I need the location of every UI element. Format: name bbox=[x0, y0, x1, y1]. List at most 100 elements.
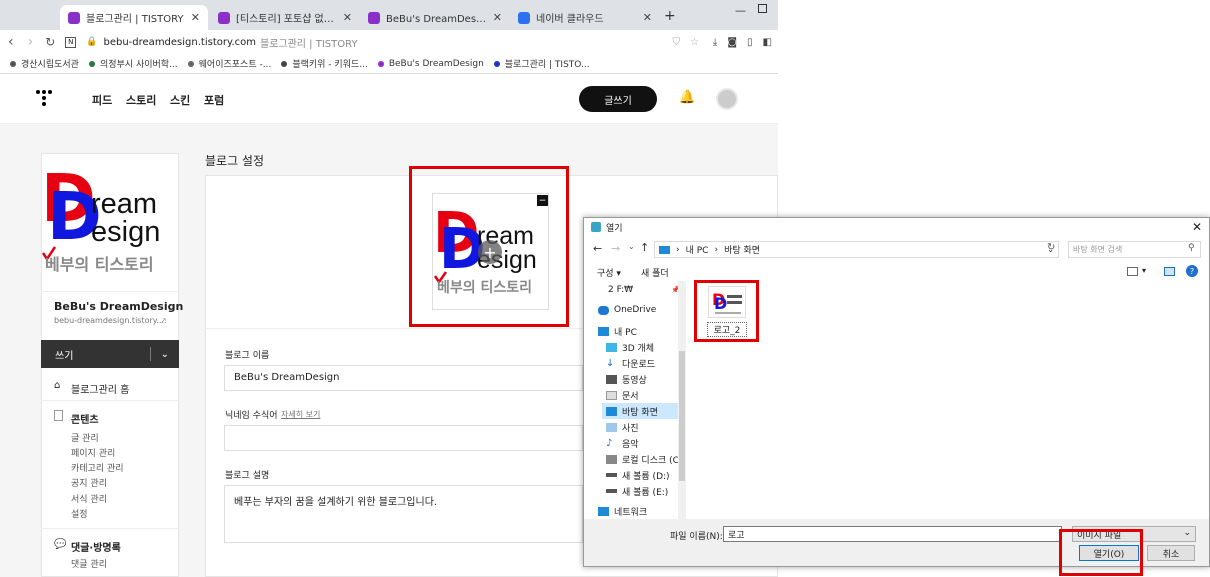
shield-icon[interactable]: ⛉ bbox=[672, 37, 680, 48]
blog-name-input[interactable]: BeBu's DreamDesign bbox=[224, 365, 583, 391]
nav-story[interactable]: 스토리 bbox=[126, 92, 156, 108]
tree-scrollbar[interactable] bbox=[678, 281, 686, 519]
forward-icon[interactable]: → bbox=[611, 242, 620, 255]
tree-item-desktop[interactable]: 바탕 화면 bbox=[602, 403, 680, 419]
blog-url[interactable]: bebu-dreamdesign.tistory.... bbox=[54, 316, 167, 325]
nav-skin[interactable]: 스킨 bbox=[170, 92, 190, 108]
star-icon[interactable]: ☆ bbox=[690, 37, 699, 48]
blog-description-textarea[interactable]: 베푸는 부자의 꿈을 설계하기 위한 블로그입니다. bbox=[224, 485, 583, 543]
tree-item-f-drive[interactable]: 2 F:₩ 📌 bbox=[608, 282, 680, 298]
back-icon[interactable]: ‹ bbox=[8, 34, 14, 50]
sidebar-item-posts[interactable]: 글 관리 bbox=[71, 431, 99, 444]
close-icon[interactable]: ✕ bbox=[1192, 220, 1202, 234]
bookmark-item[interactable]: 웨어이즈포스트 -... bbox=[187, 57, 271, 70]
naver-icon[interactable]: N bbox=[65, 36, 77, 48]
tistory-logo-icon[interactable] bbox=[36, 90, 52, 106]
sidebar-item-categories[interactable]: 카테고리 관리 bbox=[71, 461, 124, 474]
nav-feed[interactable]: 피드 bbox=[92, 92, 112, 108]
tree-item-onedrive[interactable]: OneDrive bbox=[598, 302, 656, 318]
minimize-icon[interactable]: — bbox=[735, 4, 746, 17]
organize-button[interactable]: 구성 ▾ bbox=[597, 266, 621, 279]
refresh-icon[interactable]: ↻ bbox=[45, 35, 55, 49]
filename-input[interactable]: 로고 bbox=[723, 526, 1062, 542]
new-folder-button[interactable]: 새 폴더 bbox=[641, 266, 669, 279]
nickname-input[interactable] bbox=[224, 425, 583, 451]
sidebar-item-home[interactable]: 블로그관리 홈 bbox=[71, 381, 129, 396]
scrollbar-thumb[interactable] bbox=[679, 351, 685, 481]
close-tab-icon[interactable]: ✕ bbox=[343, 11, 352, 24]
camera-icon[interactable]: ◙ bbox=[727, 37, 737, 48]
bookmark-item[interactable]: 블랙키위 - 키워드... bbox=[281, 57, 368, 70]
write-button[interactable]: 쓰기 ⌄ bbox=[41, 340, 179, 368]
tree-item-3d-objects[interactable]: 3D 개체 bbox=[606, 339, 654, 355]
tree-item-videos[interactable]: 동영상 bbox=[606, 371, 647, 387]
close-tab-icon[interactable]: ✕ bbox=[493, 11, 502, 24]
download-icon[interactable]: ⤓ bbox=[713, 37, 717, 48]
maximize-icon[interactable] bbox=[758, 4, 767, 13]
bookmark-item[interactable]: 블로그관리 | TISTO... bbox=[493, 57, 590, 70]
sidebar-item-settings[interactable]: 설정 bbox=[71, 507, 88, 520]
search-input[interactable]: 바탕 화면 검색 bbox=[1068, 241, 1201, 258]
drive-icon bbox=[606, 473, 617, 477]
tree-label: 네트워크 bbox=[614, 507, 648, 518]
bookmark-icon bbox=[281, 60, 288, 67]
new-tab-button[interactable]: + bbox=[664, 8, 676, 24]
bookmark-item[interactable]: 경산시립도서관 bbox=[10, 57, 79, 70]
sidebar-section-contents[interactable]: 콘텐츠 bbox=[71, 411, 99, 426]
tree-item-documents[interactable]: 문서 bbox=[606, 387, 639, 403]
sidebar-item-comment-manage[interactable]: 댓글 관리 bbox=[71, 557, 107, 570]
breadcrumb-item-pc[interactable]: 내 PC bbox=[686, 243, 709, 256]
tab-tistory-admin[interactable]: 블로그관리 | TISTORY ✕ bbox=[60, 5, 208, 30]
chevron-down-icon[interactable]: ▾ bbox=[1142, 266, 1146, 275]
tab-naver-cloud[interactable]: 네이버 클라우드 ✕ bbox=[510, 5, 660, 30]
tree-item-music[interactable]: ♪ 음악 bbox=[606, 435, 639, 451]
url-page-title[interactable]: 블로그관리 | TISTORY bbox=[260, 35, 358, 50]
external-link-icon[interactable]: ↗ bbox=[160, 316, 167, 325]
nickname-detail-link[interactable]: 자세히 보기 bbox=[281, 409, 320, 420]
sidebar-item-pages[interactable]: 페이지 관리 bbox=[71, 446, 115, 459]
tab-label: [티스토리] 포토샵 없이 아이콘 bbox=[236, 14, 337, 25]
chevron-down-icon[interactable]: ⌄ bbox=[628, 242, 635, 251]
tree-item-local-disk-c[interactable]: 로컬 디스크 (C:) bbox=[606, 451, 685, 467]
bell-icon[interactable]: 🔔 bbox=[679, 90, 695, 105]
breadcrumb[interactable]: › 내 PC › 바탕 화면 ⌄ bbox=[654, 241, 1059, 258]
tree-item-my-pc[interactable]: 내 PC bbox=[598, 323, 637, 339]
sidebar-section-comments[interactable]: 댓글·방명록 bbox=[71, 539, 121, 554]
bookmark-icon bbox=[493, 60, 500, 67]
search-icon[interactable]: ⚲ bbox=[1188, 243, 1195, 253]
refresh-icon[interactable]: ↻ bbox=[1047, 242, 1055, 253]
tree-item-network[interactable]: 네트워크 bbox=[598, 503, 647, 519]
close-tab-icon[interactable]: ✕ bbox=[643, 11, 652, 24]
reader-icon[interactable]: ▯ bbox=[747, 37, 753, 48]
tree-label: 동영상 bbox=[622, 375, 647, 386]
tab-tistory-icon-post[interactable]: [티스토리] 포토샵 없이 아이콘 ✕ bbox=[210, 5, 360, 30]
bookmark-item[interactable]: 의정부시 사이버학... bbox=[88, 57, 178, 70]
network-icon bbox=[598, 506, 609, 516]
view-options-icon[interactable] bbox=[1127, 267, 1138, 276]
chevron-down-icon[interactable]: ⌄ bbox=[161, 349, 169, 360]
forward-icon[interactable]: › bbox=[28, 34, 34, 50]
tree-item-volume-d[interactable]: 새 볼륨 (D:) bbox=[606, 467, 670, 483]
tree-item-downloads[interactable]: ↓ 다운로드 bbox=[606, 355, 655, 371]
url-domain[interactable]: bebu-dreamdesign.tistory.com bbox=[104, 37, 257, 48]
sidebar-icon[interactable]: ◧ bbox=[763, 37, 772, 48]
tree-item-pictures[interactable]: 사진 bbox=[606, 419, 639, 435]
nav-forum[interactable]: 포럼 bbox=[204, 92, 224, 108]
sidebar-item-notices[interactable]: 공지 관리 bbox=[71, 476, 107, 489]
tab-label: BeBu's DreamDesign :: 스킨편집 bbox=[386, 14, 487, 25]
close-tab-icon[interactable]: ✕ bbox=[191, 11, 200, 24]
up-icon[interactable]: ↑ bbox=[640, 241, 649, 254]
back-icon[interactable]: ← bbox=[593, 242, 602, 255]
bookmark-item[interactable]: BeBu's DreamDesign bbox=[377, 59, 484, 69]
tab-skin-edit[interactable]: BeBu's DreamDesign :: 스킨편집 ✕ bbox=[360, 5, 510, 30]
write-post-button[interactable]: 글쓰기 bbox=[579, 86, 657, 112]
divider bbox=[41, 291, 179, 292]
drive-icon bbox=[606, 489, 617, 493]
preview-pane-icon[interactable] bbox=[1164, 267, 1175, 276]
cancel-button[interactable]: 취소 bbox=[1147, 545, 1195, 561]
avatar[interactable] bbox=[716, 88, 738, 110]
tree-item-volume-e[interactable]: 새 볼륨 (E:) bbox=[606, 483, 668, 499]
breadcrumb-item-desktop[interactable]: 바탕 화면 bbox=[724, 243, 760, 256]
sidebar-item-templates[interactable]: 서식 관리 bbox=[71, 492, 107, 505]
help-icon[interactable]: ? bbox=[1186, 265, 1198, 277]
